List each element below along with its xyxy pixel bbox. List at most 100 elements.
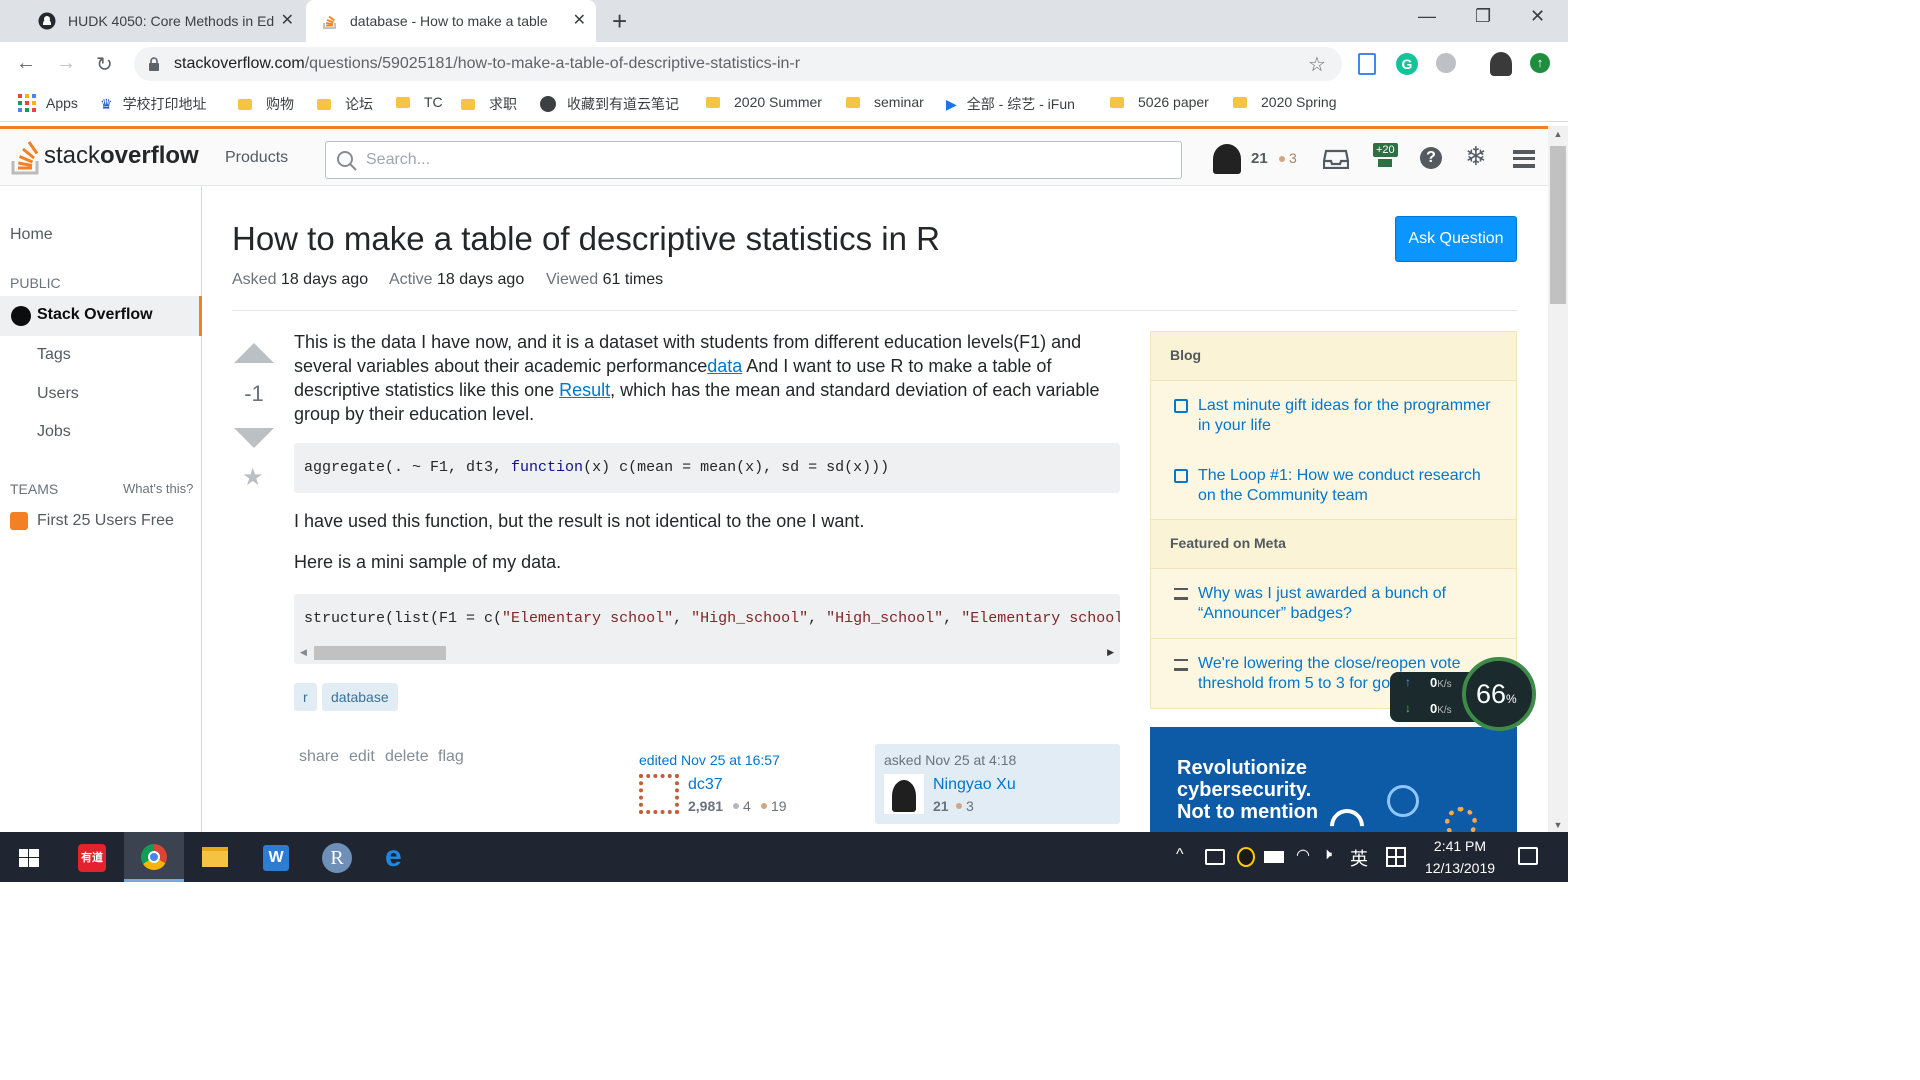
bookmark-folder[interactable]: 2020 Spring: [1233, 94, 1337, 110]
close-window-icon[interactable]: ✕: [1530, 6, 1545, 27]
meta-value[interactable]: 18 days ago: [437, 271, 524, 288]
bookmark-folder[interactable]: 购物: [238, 94, 294, 114]
restore-icon[interactable]: ❐: [1475, 6, 1491, 27]
tag-r[interactable]: r: [294, 683, 317, 711]
code-horizontal-scrollbar[interactable]: ◀ ▶: [294, 644, 1120, 662]
code-scroll-thumb[interactable]: [314, 646, 446, 660]
blog-item[interactable]: Last minute gift ideas for the programme…: [1198, 396, 1498, 436]
help-icon[interactable]: ?: [1420, 147, 1442, 169]
snowflake-icon[interactable]: ❄: [1465, 141, 1487, 172]
site-switcher-icon[interactable]: [1513, 150, 1535, 168]
advertisement[interactable]: Revolutionize cybersecurity. Not to ment…: [1150, 727, 1517, 832]
flag-link[interactable]: flag: [438, 748, 464, 766]
minimize-icon[interactable]: —: [1418, 6, 1436, 27]
data-link[interactable]: data: [707, 356, 742, 376]
bookmark-folder[interactable]: 5026 paper: [1110, 94, 1209, 110]
bookmark-print[interactable]: ♛ 学校打印地址: [100, 94, 207, 114]
back-arrow-icon[interactable]: ←: [16, 52, 36, 75]
forward-arrow-icon[interactable]: →: [56, 52, 76, 75]
nav-stack-overflow[interactable]: Stack Overflow: [0, 296, 202, 336]
omnibox[interactable]: stackoverflow.com/questions/59025181/how…: [134, 47, 1342, 81]
bookmark-folder[interactable]: TC: [396, 94, 443, 110]
blog-item[interactable]: The Loop #1: How we conduct research on …: [1198, 466, 1498, 506]
tag-database[interactable]: database: [322, 683, 398, 711]
share-link[interactable]: share: [299, 748, 339, 766]
ime-grid-icon[interactable]: [1386, 847, 1406, 867]
upvote-arrow-icon[interactable]: [234, 343, 274, 365]
youdao-app-icon[interactable]: 有道: [78, 844, 106, 872]
qq-tray-icon[interactable]: [1237, 847, 1255, 867]
result-link[interactable]: Result: [559, 380, 610, 400]
so-logo[interactable]: stack overflow: [10, 137, 199, 175]
new-tab-button[interactable]: +: [612, 6, 627, 37]
nav-tags[interactable]: Tags: [37, 346, 71, 364]
bookmark-folder[interactable]: 论坛: [317, 94, 373, 114]
profile-avatar[interactable]: [1490, 52, 1512, 76]
windows-start-icon[interactable]: [19, 849, 39, 867]
action-center-icon[interactable]: [1518, 847, 1538, 865]
tray-app-icon[interactable]: [1205, 849, 1225, 865]
search-input[interactable]: Search...: [325, 141, 1182, 179]
scroll-left-arrow-icon[interactable]: ◀: [300, 647, 307, 658]
ask-question-button[interactable]: Ask Question: [1395, 216, 1517, 262]
teams-offer-link[interactable]: First 25 Users Free: [37, 512, 174, 530]
meta-item[interactable]: Why was I just awarded a bunch of “Annou…: [1198, 584, 1498, 624]
page-scrollbar[interactable]: ▲ ▼: [1548, 126, 1568, 832]
bookmark-folder[interactable]: seminar: [846, 94, 924, 110]
file-explorer-icon[interactable]: [202, 847, 228, 867]
edited-timestamp[interactable]: edited Nov 25 at 16:57: [639, 752, 780, 768]
whats-this-link[interactable]: What's this?: [123, 481, 193, 496]
star-icon[interactable]: ☆: [1308, 52, 1326, 77]
scroll-thumb[interactable]: [1550, 146, 1566, 304]
extension-gray-icon[interactable]: [1436, 53, 1456, 73]
bookmark-star-icon[interactable]: ★: [242, 463, 264, 492]
scroll-down-arrow-icon[interactable]: ▼: [1548, 820, 1568, 830]
edge-app-icon[interactable]: e: [385, 840, 402, 874]
nav-users[interactable]: Users: [37, 385, 79, 403]
speech-bubble-icon: [1174, 399, 1188, 413]
reload-icon[interactable]: ↻: [96, 52, 113, 77]
page-title[interactable]: How to make a table of descriptive stati…: [232, 220, 940, 258]
clock-date[interactable]: 12/13/2019: [1418, 860, 1502, 876]
bookmark-youdao[interactable]: 收藏到有道云笔记: [540, 94, 679, 114]
edit-link[interactable]: edit: [349, 748, 375, 766]
grammarly-icon[interactable]: G: [1396, 53, 1418, 75]
achievements-button[interactable]: +20: [1373, 143, 1398, 167]
tray-chevron-icon[interactable]: ^: [1176, 846, 1184, 864]
close-tab-icon[interactable]: ✕: [281, 10, 294, 30]
products-link[interactable]: Products: [225, 149, 288, 167]
tab-stackoverflow[interactable]: database - How to make a table ✕: [306, 0, 596, 42]
r-app-icon[interactable]: R: [322, 843, 352, 873]
network-speed-widget[interactable]: ↑ 0K/s ↓ 0K/s 66%: [1390, 657, 1536, 733]
bronze-badge-count: 3: [1289, 150, 1297, 166]
battery-icon[interactable]: [1264, 851, 1284, 863]
wifi-tray-icon[interactable]: ◠: [1296, 845, 1310, 865]
nav-jobs[interactable]: Jobs: [37, 423, 71, 441]
bookmark-apps[interactable]: Apps: [18, 94, 78, 112]
editor-identicon[interactable]: [639, 774, 679, 814]
code-block-aggregate[interactable]: aggregate(. ~ F1, dt3, function(x) c(mea…: [294, 443, 1120, 493]
editor-name[interactable]: dc37: [688, 776, 723, 794]
bookmark-folder[interactable]: 2020 Summer: [706, 94, 822, 110]
tab-hudk[interactable]: HUDK 4050: Core Methods in Ed ✕: [14, 0, 304, 42]
scroll-up-arrow-icon[interactable]: ▲: [1548, 129, 1568, 139]
nav-home[interactable]: Home: [10, 226, 53, 244]
viewed-meta: Viewed 61 times: [546, 271, 663, 289]
volume-icon[interactable]: 🕨: [1322, 846, 1332, 864]
asker-name[interactable]: Ningyao Xu: [933, 776, 1016, 794]
bookmark-folder[interactable]: 求职: [461, 94, 517, 114]
downvote-arrow-icon[interactable]: [234, 428, 274, 450]
clock-time[interactable]: 2:41 PM: [1422, 838, 1498, 854]
bookmark-ifun[interactable]: ▶ 全部 - 综艺 - iFun: [946, 94, 1075, 114]
inbox-icon[interactable]: [1323, 149, 1349, 169]
doc-extension-icon[interactable]: [1358, 53, 1376, 75]
chrome-taskbar-button[interactable]: [124, 832, 184, 882]
word-app-icon[interactable]: W: [263, 845, 289, 871]
delete-link[interactable]: delete: [385, 748, 429, 766]
asker-avatar[interactable]: [884, 774, 924, 814]
user-avatar[interactable]: [1213, 144, 1241, 174]
scroll-right-arrow-icon[interactable]: ▶: [1107, 647, 1114, 658]
update-icon[interactable]: ↑: [1530, 53, 1550, 73]
close-tab-icon[interactable]: ✕: [573, 10, 586, 30]
ime-indicator[interactable]: 英: [1350, 845, 1368, 871]
